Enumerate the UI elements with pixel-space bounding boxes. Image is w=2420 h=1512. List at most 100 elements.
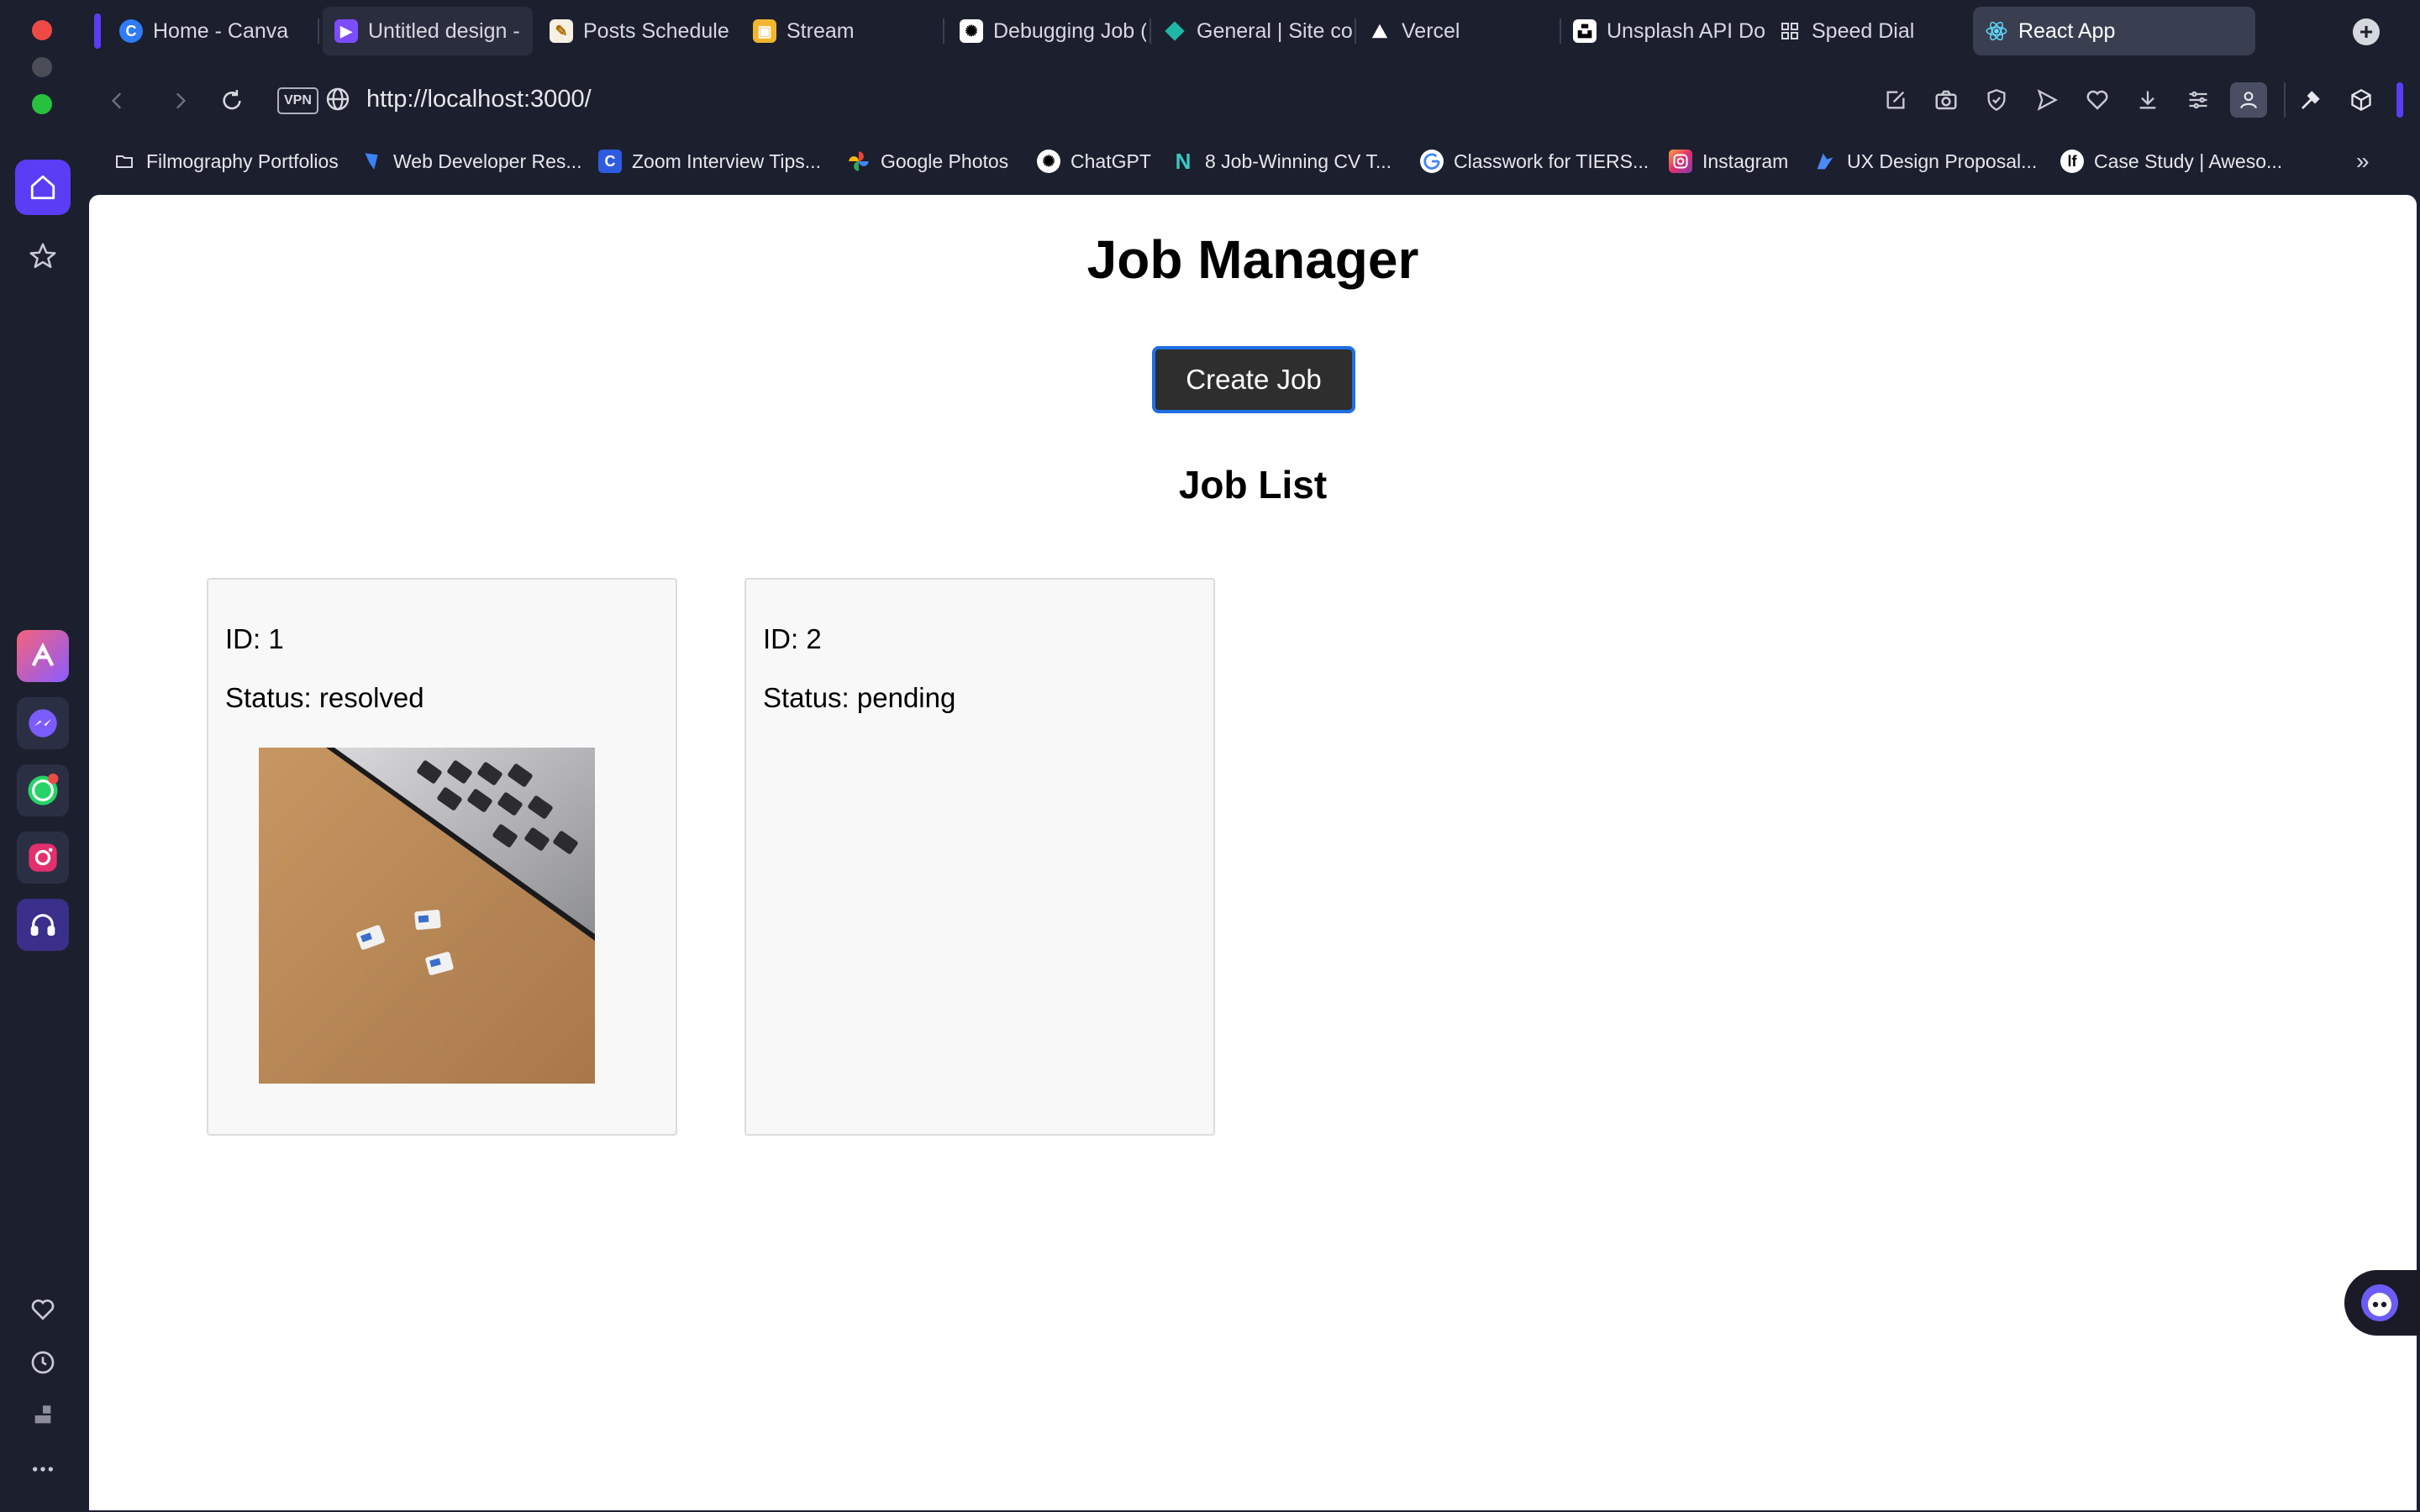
bookmark-ux-design[interactable]: UX Design Proposal... [1813,146,2037,176]
bookmark-cv-tips[interactable]: N 8 Job-Winning CV T... [1171,146,1392,176]
tab-group-marker [94,13,101,49]
tab-label: Vercel [1402,18,1460,43]
arrow-right-icon [176,92,187,109]
bookmark-web-developer[interactable]: Web Developer Res... [360,146,582,176]
camera-icon [1935,90,1957,110]
back-button[interactable] [101,84,134,118]
bookmark-chatgpt[interactable]: ✺ ChatGPT [1037,146,1151,176]
whatsapp-icon [28,773,59,806]
tab-vercel[interactable]: Vercel [1356,7,1558,55]
bookmark-case-study[interactable]: lf Case Study | Aweso... [2060,146,2282,176]
bookmark-instagram[interactable]: Instagram [1669,146,1788,176]
eyedropper-button[interactable] [2292,82,2329,118]
job-status: Status: pending [763,682,956,713]
extensions-cube-button[interactable] [2343,82,2380,118]
bookmark-filmography-portfolios[interactable]: Filmography Portfolios [113,146,339,176]
bookmarks-bar: Filmography Portfolios Web Developer Res… [87,139,2420,183]
chevron-double-right-icon: » [2356,148,2370,174]
address-bar: VPN http://localhost:3000/ [87,69,2420,131]
tab-home-canva[interactable]: C Home - Canva [108,7,313,55]
design-icon [1813,150,1837,173]
easy-setup-sliders-button[interactable] [2180,82,2217,118]
tab-speed-dial[interactable]: Speed Dial [1766,7,1968,55]
reload-button[interactable] [215,84,249,118]
tab-react-app[interactable]: React App [1973,7,2255,55]
bookmark-label: Google Photos [881,150,1009,172]
tab-label: Debugging Job ( [993,18,1146,43]
bookmark-blue-icon [360,150,383,173]
sidebar-messenger-button[interactable] [17,697,69,749]
vpn-badge[interactable]: VPN [277,87,318,114]
easy-setup-button[interactable] [1877,82,1914,118]
adblock-button[interactable] [1978,82,2015,118]
bookmark-zoom-interview[interactable]: C Zoom Interview Tips... [598,146,821,176]
sidebar-instagram-button[interactable] [17,832,69,884]
instagram-icon [29,843,57,872]
stream-icon: ▣ [753,19,776,43]
sidebar-music-player-button[interactable] [17,899,69,951]
new-tab-button[interactable]: + [2353,18,2380,45]
tab-label: Unsplash API Do [1607,18,1765,43]
c-icon: C [598,150,622,173]
zoom-window-button[interactable] [32,94,52,114]
globe-icon [326,87,350,111]
favorites-button[interactable] [2079,82,2116,118]
job-id: ID: 2 [763,623,822,654]
history-icon [31,1351,55,1374]
sidebar-whatsapp-button[interactable] [17,764,69,816]
tab-untitled-design[interactable]: ▶ Untitled design - [323,7,533,55]
google-photos-icon [847,150,871,173]
job-result-image [259,748,595,1084]
profile-button[interactable] [2230,82,2267,118]
job-status: Status: resolved [225,682,424,713]
bookmark-label: 8 Job-Winning CV T... [1205,150,1392,172]
aria-icon [31,642,55,667]
forward-button[interactable] [163,84,197,118]
home-icon [30,175,55,200]
sidebar-toggle-accent[interactable] [2396,82,2403,118]
sidebar-home-button[interactable] [15,160,71,215]
url-field[interactable]: http://localhost:3000/ [366,82,592,116]
sidebar-favorites-button[interactable] [22,1289,64,1331]
bookmark-google-photos[interactable]: Google Photos [847,146,1008,176]
send-button[interactable] [2028,82,2065,118]
extensions-icon [34,1405,51,1424]
user-icon [2240,92,2257,109]
assistant-chat-button[interactable] [2344,1270,2420,1336]
cube-icon [2351,88,2371,112]
tab-label: Posts Schedule [583,18,729,43]
bookmark-classwork[interactable]: Classwork for TIERS... [1420,146,1649,176]
site-info-button[interactable] [324,86,351,117]
snapshot-button[interactable] [1928,82,1965,118]
downloads-button[interactable] [2129,82,2166,118]
canva-icon: C [119,19,143,43]
tab-label: Home - Canva [153,18,289,43]
tab-general-site[interactable]: General | Site co [1151,7,1353,55]
tab-label: General | Site co [1197,18,1353,43]
bookmark-label: UX Design Proposal... [1847,150,2038,172]
sidebar-pinboards-button[interactable] [15,228,71,284]
sidebar-aria-button[interactable] [17,630,69,682]
job-card: ID: 2 Status: pending [744,578,1215,1136]
send-icon [2037,89,2058,111]
browser-sidebar [0,0,87,1512]
tab-label: Stream [786,18,855,43]
bookmark-label: ChatGPT [1071,150,1151,172]
tab-strip: C Home - Canva ▶ Untitled design - ✎ Pos… [87,0,2420,66]
tab-stream[interactable]: ▣ Stream [741,7,943,55]
job-id: ID: 1 [225,623,284,654]
tab-unsplash-api[interactable]: Unsplash API Do [1561,7,1766,55]
folder-icon [113,150,136,173]
sidebar-more-button[interactable] [22,1448,64,1490]
tab-debugging-job[interactable]: ✺ Debugging Job ( [948,7,1146,55]
bookmarks-overflow-button[interactable]: » [2356,148,2370,175]
bookmark-label: Zoom Interview Tips... [632,150,821,172]
minimize-window-button[interactable] [32,57,52,77]
bookmark-label: Instagram [1702,150,1789,172]
create-job-button[interactable]: Create Job [1152,346,1355,413]
tab-separator [318,18,319,44]
close-window-button[interactable] [32,20,52,40]
tab-posts-schedule[interactable]: ✎ Posts Schedule [538,7,739,55]
sidebar-history-button[interactable] [22,1341,64,1383]
sidebar-extensions-button[interactable] [22,1394,64,1436]
